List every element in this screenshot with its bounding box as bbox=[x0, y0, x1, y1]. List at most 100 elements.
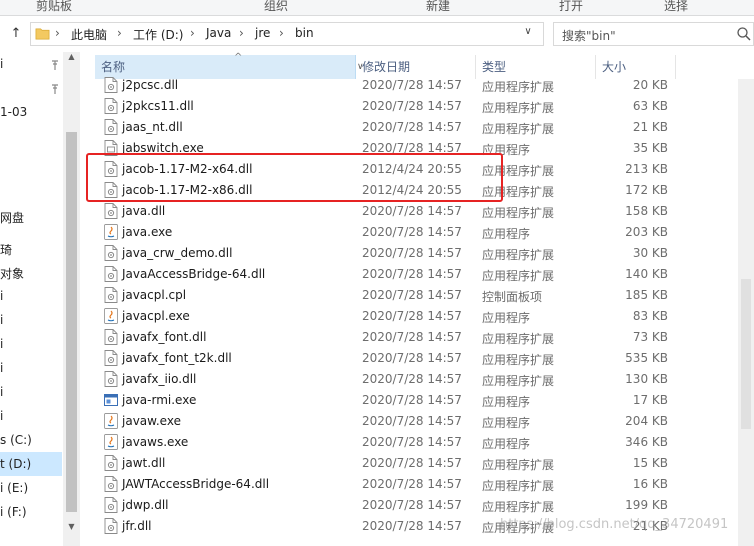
nav-item[interactable]: i bbox=[0, 409, 3, 423]
dll-file-icon bbox=[104, 497, 118, 513]
file-row[interactable]: javafx_font.dll 2020/7/28 14:57 应用程序扩展 73 K… bbox=[80, 327, 754, 348]
nav-item-drive-f[interactable]: i (F:) bbox=[0, 505, 27, 519]
nav-item[interactable]: i bbox=[0, 361, 3, 375]
file-type: 应用程序扩展 bbox=[482, 458, 555, 472]
file-row[interactable]: jdwp.dll 2020/7/28 14:57 应用程序扩展 199 KB bbox=[80, 495, 754, 516]
file-type: 应用程序扩展 bbox=[482, 206, 555, 220]
ribbon-label-organize: 组织 bbox=[264, 0, 289, 13]
scroll-down-arrow-icon[interactable]: ▼ bbox=[63, 522, 80, 536]
file-date: 2020/7/28 14:57 bbox=[362, 288, 462, 302]
file-size: 130 KB bbox=[625, 372, 668, 386]
breadcrumb-this-pc[interactable]: 此电脑 bbox=[71, 26, 107, 43]
file-type: 控制面板项 bbox=[482, 290, 543, 304]
file-row[interactable]: javaws.exe 2020/7/28 14:57 应用程序 346 KB bbox=[80, 432, 754, 453]
file-name: j2pcsc.dll bbox=[122, 78, 179, 92]
search-input[interactable]: 搜索"bin" bbox=[553, 22, 754, 46]
file-size: 15 KB bbox=[632, 456, 668, 470]
watermark: https://blog.csdn.net/qq_34720491 bbox=[500, 517, 729, 532]
breadcrumb-bin[interactable]: bin bbox=[295, 26, 314, 40]
file-type: 应用程序 bbox=[482, 395, 531, 409]
scroll-up-arrow-icon[interactable]: ▲ bbox=[63, 52, 80, 66]
dll-file-icon bbox=[104, 203, 118, 219]
file-row[interactable]: javaw.exe 2020/7/28 14:57 应用程序 204 KB bbox=[80, 411, 754, 432]
address-bar[interactable]: › 此电脑 › 工作 (D:) › Java › jre › bin ∨ ↻ bbox=[30, 22, 566, 46]
nav-scroll-thumb[interactable] bbox=[66, 132, 77, 512]
file-row[interactable]: j2pkcs11.dll 2020/7/28 14:57 应用程序扩展 63 KB bbox=[80, 96, 754, 117]
file-row[interactable]: j2pcsc.dll 2020/7/28 14:57 应用程序扩展 20 KB bbox=[80, 75, 754, 96]
file-size: 35 KB bbox=[632, 141, 668, 155]
dll-file-icon bbox=[104, 350, 118, 366]
search-icon[interactable] bbox=[736, 26, 752, 42]
file-row[interactable]: jacob-1.17-M2-x64.dll 2012/4/24 20:55 应用程序… bbox=[80, 159, 754, 180]
exe-window-icon bbox=[104, 392, 118, 408]
file-name: JAWTAccessBridge-64.dll bbox=[122, 477, 270, 491]
nav-item[interactable]: 网盘 bbox=[0, 209, 24, 226]
pin-icon[interactable] bbox=[49, 59, 61, 71]
breadcrumb-drive-d[interactable]: 工作 (D:) bbox=[133, 26, 183, 43]
file-row[interactable]: java-rmi.exe 2020/7/28 14:57 应用程序 17 KB bbox=[80, 390, 754, 411]
breadcrumb-separator[interactable]: › bbox=[117, 26, 122, 40]
nav-item[interactable]: i bbox=[0, 313, 3, 327]
file-list-scroll-thumb[interactable] bbox=[741, 279, 751, 429]
file-row[interactable]: jabswitch.exe 2020/7/28 14:57 应用程序 35 KB bbox=[80, 138, 754, 159]
file-type: 应用程序 bbox=[482, 143, 531, 157]
nav-item[interactable]: 1-03 bbox=[0, 105, 27, 119]
file-row[interactable]: JAWTAccessBridge-64.dll 2020/7/28 14:57 应用… bbox=[80, 474, 754, 495]
file-date: 2020/7/28 14:57 bbox=[362, 225, 462, 239]
file-name: javacpl.exe bbox=[122, 309, 190, 323]
file-name: javaw.exe bbox=[122, 414, 181, 428]
file-row[interactable]: java.dll 2020/7/28 14:57 应用程序扩展 158 KB bbox=[80, 201, 754, 222]
nav-item-drive-c[interactable]: s (C:) bbox=[0, 433, 32, 447]
nav-item-drive-e[interactable]: i (E:) bbox=[0, 481, 28, 495]
file-size: 63 KB bbox=[632, 99, 668, 113]
file-row[interactable]: java.exe 2020/7/28 14:57 应用程序 203 KB bbox=[80, 222, 754, 243]
nav-item-drive-d[interactable]: t (D:) bbox=[0, 457, 31, 471]
file-type: 应用程序扩展 bbox=[482, 164, 555, 178]
file-size: 346 KB bbox=[625, 435, 668, 449]
breadcrumb-separator[interactable]: › bbox=[190, 26, 195, 40]
nav-item[interactable]: 对象 bbox=[0, 265, 24, 282]
file-type: 应用程序扩展 bbox=[482, 332, 555, 346]
file-name: jfr.dll bbox=[122, 519, 152, 533]
breadcrumb-separator[interactable]: › bbox=[239, 26, 244, 40]
file-list-scrollbar[interactable] bbox=[738, 79, 754, 546]
file-row[interactable]: javafx_font_t2k.dll 2020/7/28 14:57 应用程序扩展… bbox=[80, 348, 754, 369]
column-header-name-label: 名称 bbox=[101, 60, 126, 74]
file-type: 应用程序扩展 bbox=[482, 479, 555, 493]
file-type: 应用程序扩展 bbox=[482, 185, 555, 199]
nav-item[interactable]: i bbox=[0, 337, 3, 351]
breadcrumb-separator[interactable]: › bbox=[55, 26, 60, 40]
nav-item[interactable]: i bbox=[0, 385, 3, 399]
file-row[interactable]: javafx_iio.dll 2020/7/28 14:57 应用程序扩展 130 K… bbox=[80, 369, 754, 390]
chevron-down-icon[interactable]: ∨ bbox=[521, 26, 535, 37]
nav-item[interactable]: 琦 bbox=[0, 241, 12, 258]
file-name: jawt.dll bbox=[122, 456, 166, 470]
file-type: 应用程序扩展 bbox=[482, 353, 555, 367]
file-row[interactable]: javacpl.cpl 2020/7/28 14:57 控制面板项 185 KB bbox=[80, 285, 754, 306]
dll-file-icon bbox=[104, 371, 118, 387]
breadcrumb-jre[interactable]: jre bbox=[255, 26, 270, 40]
up-arrow-icon[interactable]: ↑ bbox=[8, 25, 24, 43]
file-size: 30 KB bbox=[632, 246, 668, 260]
breadcrumb-separator[interactable]: › bbox=[279, 26, 284, 40]
nav-item[interactable]: i bbox=[0, 57, 3, 71]
dll-file-icon bbox=[104, 245, 118, 261]
file-row[interactable]: JavaAccessBridge-64.dll 2020/7/28 14:57 应用… bbox=[80, 264, 754, 285]
nav-item[interactable]: i bbox=[0, 289, 3, 303]
dll-file-icon bbox=[104, 287, 118, 303]
file-type: 应用程序 bbox=[482, 227, 531, 241]
nav-scrollbar[interactable]: ▲ ▼ bbox=[63, 52, 80, 546]
pin-icon[interactable] bbox=[49, 83, 61, 95]
file-row[interactable]: javacpl.exe 2020/7/28 14:57 应用程序 83 KB bbox=[80, 306, 754, 327]
file-name: java-rmi.exe bbox=[122, 393, 197, 407]
navigation-pane: i 1-03 网盘 琦 对象 i i i i i i s (C:) t (D:)… bbox=[0, 52, 80, 546]
file-row[interactable]: jawt.dll 2020/7/28 14:57 应用程序扩展 15 KB bbox=[80, 453, 754, 474]
breadcrumb-java[interactable]: Java bbox=[206, 26, 231, 40]
file-date: 2020/7/28 14:57 bbox=[362, 372, 462, 386]
file-row[interactable]: jaas_nt.dll 2020/7/28 14:57 应用程序扩展 21 KB bbox=[80, 117, 754, 138]
file-row[interactable]: java_crw_demo.dll 2020/7/28 14:57 应用程序扩展 30… bbox=[80, 243, 754, 264]
dll-file-icon bbox=[104, 77, 118, 93]
file-size: 203 KB bbox=[625, 225, 668, 239]
file-name: javafx_font.dll bbox=[122, 330, 207, 344]
file-row[interactable]: jacob-1.17-M2-x86.dll 2012/4/24 20:55 应用程序… bbox=[80, 180, 754, 201]
